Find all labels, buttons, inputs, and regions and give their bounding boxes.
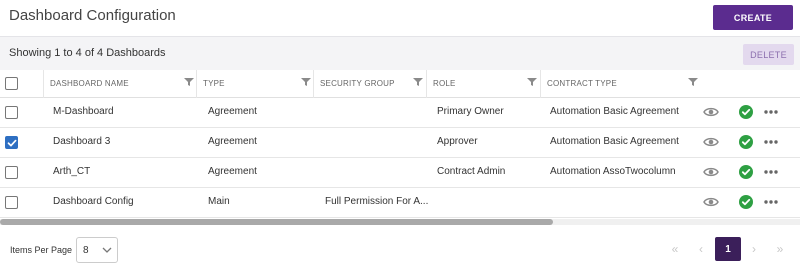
- page-title: Dashboard Configuration: [9, 7, 176, 24]
- cell-dashboard-name: Dashboard 3: [53, 136, 111, 147]
- filter-icon[interactable]: [413, 77, 423, 87]
- items-per-page-label: Items Per Page: [10, 245, 73, 255]
- filter-icon[interactable]: [688, 77, 698, 87]
- table-footer: Items Per Page 8 « ‹ 1 › »: [0, 226, 800, 270]
- cell-dashboard-name: Arth_CT: [53, 166, 91, 177]
- table-toolbar: Showing 1 to 4 of 4 Dashboards DELETE: [0, 36, 800, 70]
- cell-type: Agreement: [208, 106, 257, 117]
- eye-icon[interactable]: [703, 196, 719, 208]
- horizontal-scrollbar[interactable]: [0, 219, 800, 225]
- more-icon[interactable]: [764, 196, 778, 208]
- prev-page-button[interactable]: ‹: [688, 237, 714, 261]
- showing-count-text: Showing 1 to 4 of 4 Dashboards: [9, 47, 166, 59]
- column-header-security-group[interactable]: SECURITY GROUP: [313, 70, 426, 98]
- eye-icon[interactable]: [703, 106, 719, 118]
- column-label: DASHBOARD NAME: [50, 79, 129, 88]
- column-label: CONTRACT TYPE: [547, 79, 617, 88]
- check-circle-icon[interactable]: [739, 135, 753, 149]
- scrollbar-thumb[interactable]: [0, 219, 553, 225]
- next-page-button[interactable]: ›: [741, 237, 767, 261]
- row-checkbox[interactable]: [5, 136, 18, 149]
- cell-type: Main: [208, 196, 230, 207]
- column-label: SECURITY GROUP: [320, 79, 395, 88]
- column-header-dashboard-name[interactable]: DASHBOARD NAME: [43, 70, 196, 98]
- cell-dashboard-name: Dashboard Config: [53, 196, 134, 207]
- items-per-page-value: 8: [83, 245, 89, 256]
- column-header-type[interactable]: TYPE: [196, 70, 313, 98]
- table-row[interactable]: Dashboard Config Main Full Permission Fo…: [0, 188, 800, 218]
- row-checkbox[interactable]: [5, 106, 18, 119]
- cell-contract-type: Automation AssoTwocolumn: [550, 166, 676, 177]
- check-circle-icon[interactable]: [739, 105, 753, 119]
- row-checkbox[interactable]: [5, 196, 18, 209]
- eye-icon[interactable]: [703, 166, 719, 178]
- first-page-button[interactable]: «: [662, 237, 688, 261]
- column-header-role[interactable]: ROLE: [426, 70, 540, 98]
- filter-icon[interactable]: [184, 77, 194, 87]
- more-icon[interactable]: [764, 136, 778, 148]
- cell-type: Agreement: [208, 166, 257, 177]
- cell-role: Contract Admin: [437, 166, 506, 177]
- row-checkbox[interactable]: [5, 166, 18, 179]
- checkmark-icon: [7, 139, 17, 147]
- page-header: Dashboard Configuration CREATE: [0, 0, 800, 36]
- cell-security-group: Full Permission For A...: [325, 196, 429, 207]
- filter-icon[interactable]: [301, 77, 311, 87]
- items-per-page-select[interactable]: 8: [76, 237, 118, 263]
- table-row[interactable]: Dashboard 3 Agreement Approver Automatio…: [0, 128, 800, 158]
- chevron-down-icon: [102, 247, 112, 253]
- delete-button[interactable]: DELETE: [743, 44, 794, 65]
- page-number-button[interactable]: 1: [715, 237, 741, 261]
- cell-contract-type: Automation Basic Agreement: [550, 136, 679, 147]
- eye-icon[interactable]: [703, 136, 719, 148]
- cell-dashboard-name: M-Dashboard: [53, 106, 114, 117]
- table-row[interactable]: Arth_CT Agreement Contract Admin Automat…: [0, 158, 800, 188]
- column-header-contract-type[interactable]: CONTRACT TYPE: [540, 70, 702, 98]
- last-page-button[interactable]: »: [767, 237, 793, 261]
- column-label: TYPE: [203, 79, 225, 88]
- cell-contract-type: Automation Basic Agreement: [550, 106, 679, 117]
- create-button[interactable]: CREATE: [713, 5, 793, 30]
- check-circle-icon[interactable]: [739, 165, 753, 179]
- check-circle-icon[interactable]: [739, 195, 753, 209]
- column-label: ROLE: [433, 79, 456, 88]
- more-icon[interactable]: [764, 106, 778, 118]
- table-header-row: DASHBOARD NAME TYPE SECURITY GROUP ROLE …: [0, 70, 800, 98]
- filter-icon[interactable]: [527, 77, 537, 87]
- table-row[interactable]: M-Dashboard Agreement Primary Owner Auto…: [0, 98, 800, 128]
- cell-type: Agreement: [208, 136, 257, 147]
- cell-role: Primary Owner: [437, 106, 504, 117]
- select-all-checkbox[interactable]: [5, 77, 18, 90]
- cell-role: Approver: [437, 136, 478, 147]
- more-icon[interactable]: [764, 166, 778, 178]
